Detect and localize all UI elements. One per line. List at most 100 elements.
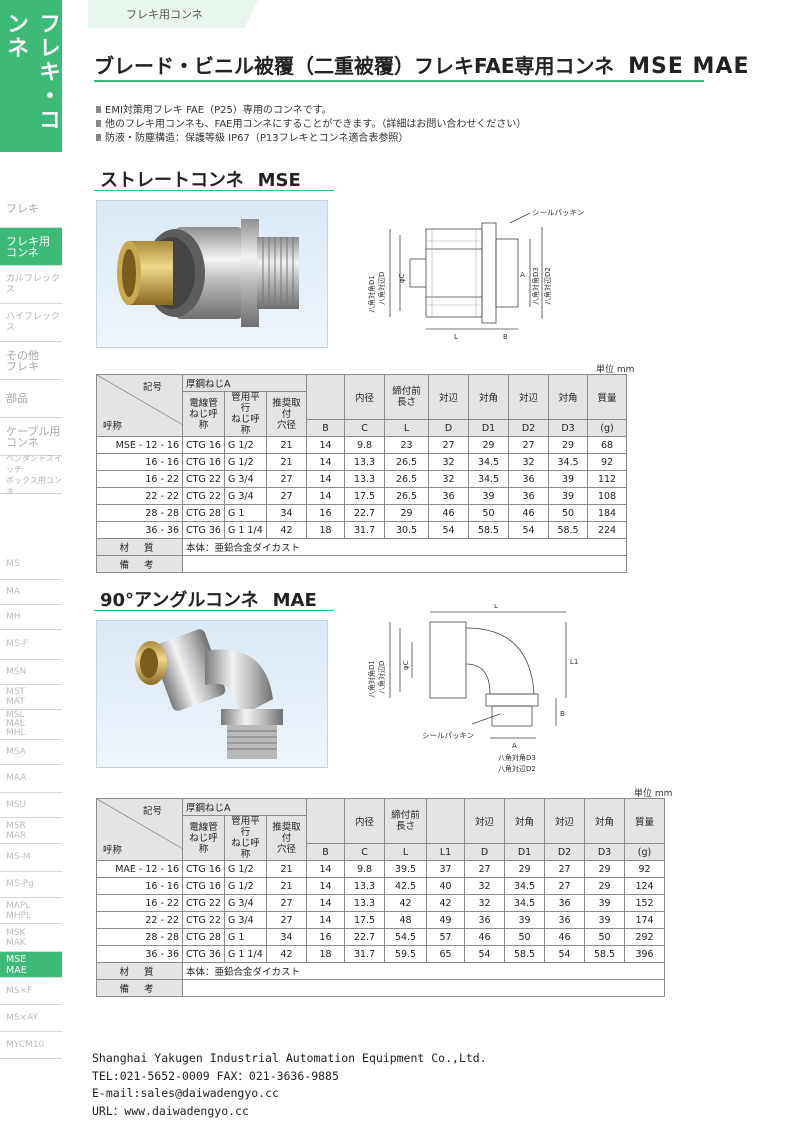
table-cell: 27 <box>265 894 308 912</box>
header-taikaku2: 対角 <box>548 374 589 420</box>
diagram-label-seal: シールパッキン <box>422 731 474 740</box>
sidebar-model-msl[interactable]: MSL MAL MHL <box>0 710 62 740</box>
material-label: 材 質 <box>96 962 183 980</box>
sidebar-item-pendant-connector[interactable]: ペンダントスイッチ ボックス用コンネ <box>0 454 62 496</box>
sub-c: C <box>344 843 386 861</box>
section-title-text: 90°アングルコンネ <box>100 590 259 611</box>
table-row: 16 - 22 CTG 22 G 3/4 27 14 13.3 26.5 32 34.5 36 39… <box>96 470 628 488</box>
sidebar-model-ms-f[interactable]: MS-F <box>0 630 62 660</box>
table-cell: 42 <box>265 945 308 963</box>
table-cell: 36 <box>464 911 506 929</box>
sidebar-model-mapl[interactable]: MAPL MHPL <box>0 898 62 924</box>
product-photo-mae <box>96 620 328 768</box>
diagram-label-b: B <box>560 710 565 718</box>
header-taihen2: 対辺 <box>544 798 586 844</box>
table-cell: G 1 1/4 <box>224 945 267 963</box>
table-cell: 26.5 <box>384 470 430 488</box>
product-photo-mse <box>96 200 328 348</box>
sidebar-model-ms[interactable]: MS <box>0 550 62 580</box>
sidebar-model-msk[interactable]: MSK MAK <box>0 924 62 952</box>
table-cell: 39 <box>548 487 589 505</box>
table-cell: 36 <box>544 911 586 929</box>
table-cell: 48 <box>384 911 428 929</box>
title-rule <box>94 80 704 82</box>
sidebar-model-msr[interactable]: MSR MAR <box>0 818 62 844</box>
table-cell: 27 <box>265 487 308 505</box>
table-cell: 14 <box>306 894 346 912</box>
row-name-cell: 22 - 22 <box>96 487 183 505</box>
sidebar-item-cable-connector[interactable]: ケーブル用 コンネ <box>0 418 62 456</box>
sidebar-model-maa[interactable]: MAA <box>0 765 62 793</box>
diagram-label-l1: L1 <box>570 658 578 666</box>
sidebar-model-msa[interactable]: MSA <box>0 740 62 765</box>
sidebar-model-msu[interactable]: MSU <box>0 793 62 818</box>
sidebar-model-msxay[interactable]: MS×AY <box>0 1005 62 1032</box>
website-link[interactable]: URL：www.daiwadengyo.cc <box>92 1103 487 1121</box>
header-taikaku: 対角 <box>468 374 510 420</box>
header-name: 呼称 <box>103 421 123 432</box>
section-title-mse: ストレートコンネ MSE <box>100 166 301 192</box>
sidebar-model-mse[interactable]: MSE MAE <box>0 952 62 978</box>
page-title: ブレード・ビニル被覆（二重被覆）フレキFAE専用コンネ MSE MAE <box>94 50 749 79</box>
table-cell: 57 <box>426 928 466 946</box>
table-cell: G 1/2 <box>224 436 267 454</box>
table-cell: 42 <box>426 894 466 912</box>
table-cell: CTG 36 <box>182 521 225 539</box>
diagram-label-l: L <box>494 604 498 610</box>
page-title-models: MSE MAE <box>628 54 750 79</box>
sidebar-item-parts[interactable]: 部品 <box>0 380 62 418</box>
table-cell: CTG 28 <box>182 928 225 946</box>
sidebar-item-calflex[interactable]: カルフレックス <box>0 266 62 304</box>
table-cell: CTG 16 <box>182 877 225 895</box>
sidebar-model-msn[interactable]: MSN <box>0 660 62 685</box>
table-cell: 39 <box>584 911 626 929</box>
table-cell: 54 <box>544 945 586 963</box>
sidebar-item-flexi-connector[interactable]: フレキ用 コンネ <box>0 228 62 266</box>
diagram-label-a: A <box>512 742 517 750</box>
table-cell: 39 <box>584 894 626 912</box>
sidebar-model-mh[interactable]: MH <box>0 605 62 630</box>
header-blank <box>306 374 346 420</box>
header-mass: 質量 <box>624 798 666 844</box>
sidebar-model-msxf[interactable]: MS×F <box>0 978 62 1005</box>
table-cell: 37 <box>426 860 466 878</box>
sidebar-item-flexi[interactable]: フレキ <box>0 190 62 228</box>
sidebar-title: フレキ・コンネ <box>0 0 62 152</box>
table-cell: 50 <box>548 504 589 522</box>
remarks-label: 備 考 <box>96 979 183 997</box>
table-cell: 13.3 <box>344 453 386 471</box>
sidebar-model-ms-pg[interactable]: MS-Pg <box>0 872 62 898</box>
corner-header: 記号 呼称 <box>96 374 183 437</box>
section-title-mae: 90°アングルコンネ MAE <box>100 586 317 612</box>
table-row: 28 - 28 CTG 28 G 1 34 16 22.7 54.5 57 46 50 46 50 29… <box>96 928 666 946</box>
table-cell: 58.5 <box>584 945 626 963</box>
sidebar-model-ma[interactable]: MA <box>0 580 62 605</box>
email-link[interactable]: E-mail:sales@daiwadengyo.cc <box>92 1085 487 1103</box>
table-cell: 40 <box>426 877 466 895</box>
table-cell: 21 <box>265 877 308 895</box>
table-cell: 59.5 <box>384 945 428 963</box>
table-cell: 34 <box>265 504 308 522</box>
sidebar-model-mst[interactable]: MST MAT <box>0 685 62 710</box>
table-cell: 34.5 <box>504 894 546 912</box>
sub-g: (g) <box>587 419 628 437</box>
sidebar-model-ms-m[interactable]: MS-M <box>0 844 62 872</box>
diagram-label-a: A <box>520 271 525 279</box>
table-cell: 29 <box>584 877 626 895</box>
sidebar-item-other-flexi[interactable]: その他 フレキ <box>0 342 62 380</box>
table-cell: 16 <box>306 928 346 946</box>
table-cell: 39 <box>548 470 589 488</box>
table-cell: 27 <box>428 436 470 454</box>
table-cell: G 3/4 <box>224 487 267 505</box>
sidebar-model-mycm10[interactable]: MYCM10 <box>0 1032 62 1059</box>
table-cell: 34.5 <box>468 470 510 488</box>
table-cell: 174 <box>624 911 666 929</box>
diagram-label-d: 八角対辺D <box>377 272 386 305</box>
table-row: 36 - 36 CTG 36 G 1 1/4 42 18 31.7 30.5 54 58.5 54… <box>96 521 628 539</box>
header-taikaku: 対角 <box>504 798 546 844</box>
table-row: 16 - 22 CTG 22 G 3/4 27 14 13.3 42 42 32 34.5 36 39… <box>96 894 666 912</box>
sidebar-item-hiflex[interactable]: ハイフレックス <box>0 304 62 342</box>
diagram-label-l: L <box>454 333 458 341</box>
sub-l1: L1 <box>426 843 466 861</box>
table-cell: 54.5 <box>384 928 428 946</box>
